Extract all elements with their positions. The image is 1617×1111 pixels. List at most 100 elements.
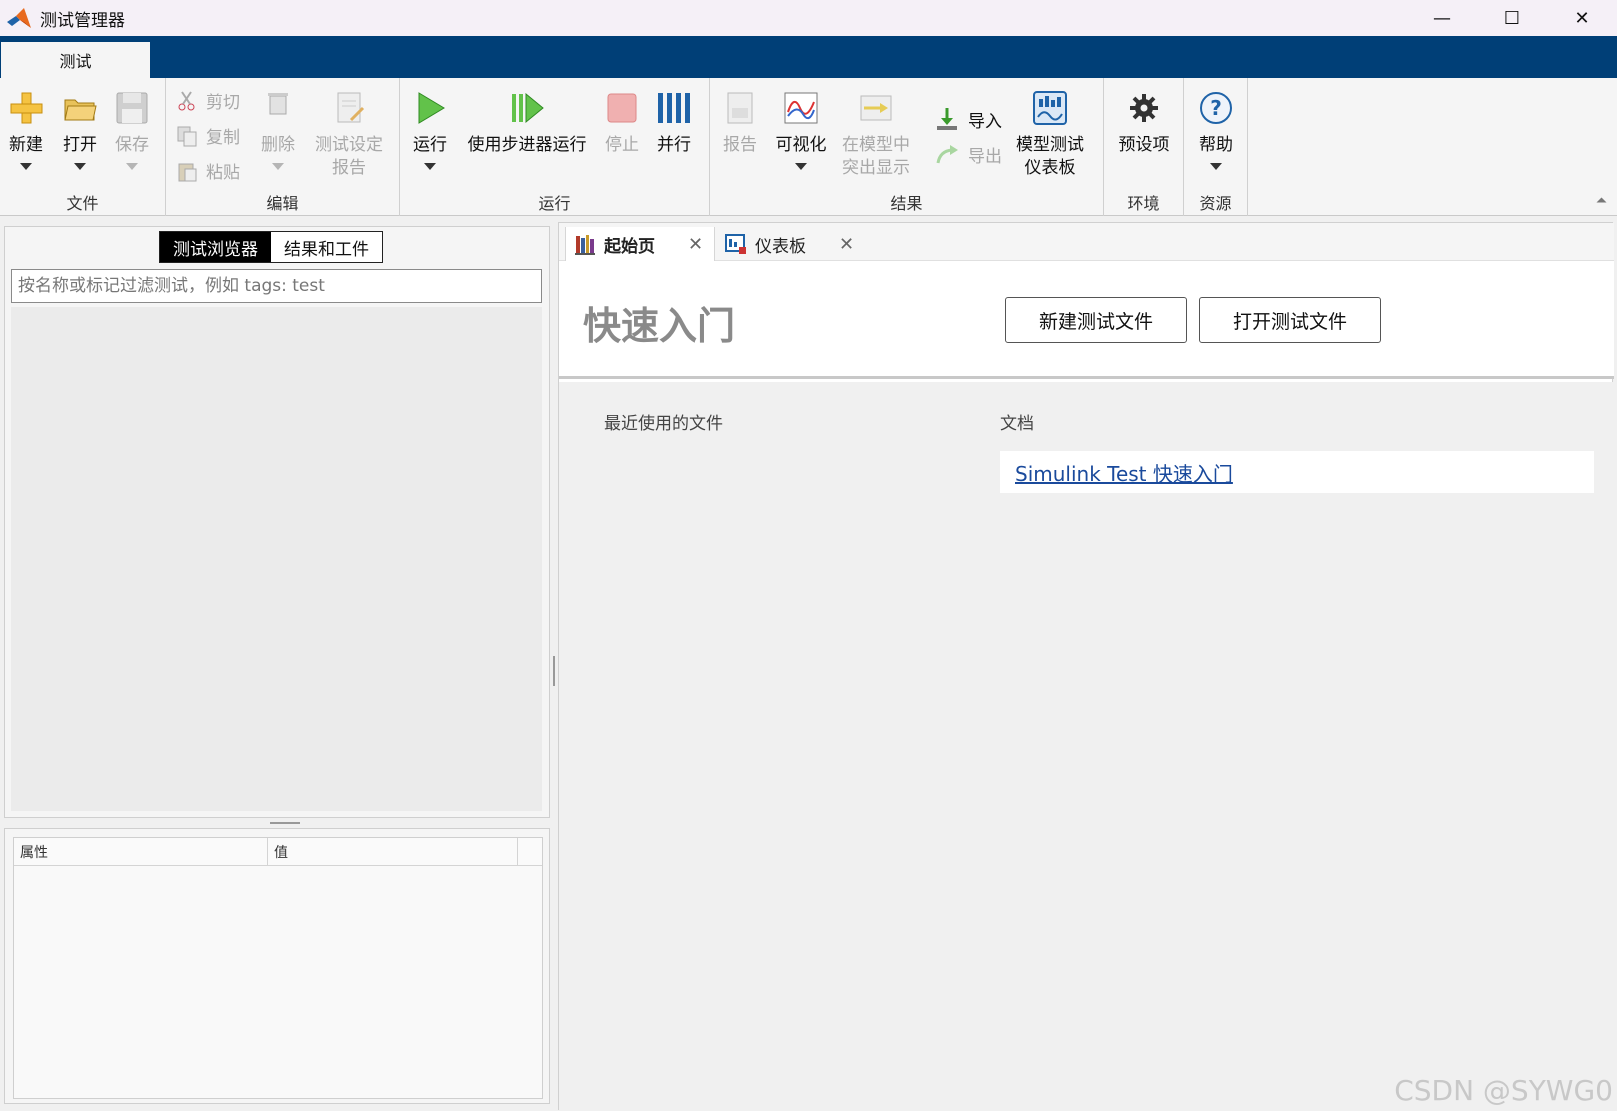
highlight-label-1: 在模型中 (842, 135, 910, 155)
dashboard-label-2: 仪表板 (1024, 158, 1076, 178)
filter-tests-input[interactable] (11, 269, 542, 303)
copy-icon (177, 126, 197, 146)
property-table-header: 属性 值 (14, 838, 542, 866)
cut-label: 剪切 (206, 93, 240, 113)
collapse-ribbon-icon[interactable]: ⏶ (1596, 193, 1607, 209)
minimize-button[interactable]: — (1407, 0, 1477, 36)
chevron-down-icon (424, 163, 436, 170)
stop-label: 停止 (605, 135, 639, 155)
close-tab-icon[interactable]: ✕ (688, 234, 703, 255)
new-button[interactable]: 新建 (4, 90, 48, 170)
report-label: 报告 (723, 135, 757, 155)
run-group: 运行 使用步进器运行 停止 并行 运行 (400, 78, 710, 216)
save-button[interactable]: 保存 (110, 90, 154, 170)
stop-button[interactable]: 停止 (602, 90, 642, 157)
report-button[interactable]: 报告 (720, 90, 760, 157)
watermark-text: CSDN @SYWG0 (1394, 1074, 1613, 1107)
cut-button[interactable]: 剪切 (176, 88, 240, 113)
trash-icon (268, 93, 288, 115)
test-spec-report-label-2: 报告 (332, 158, 366, 178)
title-bar: 测试管理器 — ☐ ✕ (0, 0, 1617, 36)
test-tree[interactable] (11, 307, 542, 811)
test-spec-report-button[interactable]: 测试设定 报告 (310, 90, 388, 180)
stop-icon (607, 93, 637, 123)
open-button[interactable]: 打开 (58, 90, 102, 170)
delete-button[interactable]: 删除 (258, 90, 298, 170)
documentation-label: 文档 (1000, 414, 1034, 434)
edit-group: 剪切 复制 粘贴 删除 测试设定 报告 编辑 (166, 78, 400, 216)
column-filler (518, 838, 542, 865)
new-plus-icon (10, 92, 43, 124)
run-label: 运行 (413, 135, 447, 155)
play-icon (418, 92, 445, 124)
paste-button[interactable]: 粘贴 (176, 158, 240, 183)
horizontal-splitter-handle[interactable] (270, 822, 300, 824)
copy-label: 复制 (206, 128, 240, 148)
start-page-body: 最近使用的文件 文档 Simulink Test 快速入门 (559, 382, 1614, 1111)
documentation-link-row: Simulink Test 快速入门 (1000, 451, 1594, 493)
resources-group-label: 资源 (1199, 194, 1232, 213)
chevron-down-icon (74, 163, 86, 170)
parallel-button[interactable]: 并行 (652, 90, 696, 157)
environment-group: 预设项 环境 (1104, 78, 1184, 216)
open-label: 打开 (63, 135, 97, 155)
chevron-down-icon (272, 163, 284, 170)
chevron-down-icon (795, 163, 807, 170)
ribbon-tab-strip: 测试 (0, 36, 1617, 78)
highlight-label-2: 突出显示 (842, 158, 910, 178)
visualize-label: 可视化 (775, 135, 827, 155)
file-group-label: 文件 (66, 194, 99, 213)
report-doc-icon (337, 92, 365, 123)
tab-dashboard[interactable]: 仪表板 ✕ (717, 227, 867, 261)
chevron-down-icon (126, 163, 138, 170)
test-browser-panel: 测试浏览器 结果和工件 (4, 226, 550, 818)
copy-button[interactable]: 复制 (176, 123, 240, 148)
simulink-test-getting-started-link[interactable]: Simulink Test 快速入门 (1015, 458, 1233, 487)
preferences-button[interactable]: 预设项 (1114, 90, 1174, 157)
results-group-label: 结果 (890, 194, 923, 213)
tab-start-page[interactable]: 起始页 ✕ (565, 227, 715, 261)
maximize-button[interactable]: ☐ (1477, 0, 1547, 36)
run-with-stepper-button[interactable]: 使用步进器运行 (464, 90, 590, 157)
new-test-file-button[interactable]: 新建测试文件 (1005, 297, 1187, 343)
seg-test-browser[interactable]: 测试浏览器 (160, 232, 271, 262)
help-question-icon: ? (1200, 92, 1232, 124)
model-test-dashboard-button[interactable]: 模型测试 仪表板 (1012, 90, 1088, 180)
tab-start-page-label: 起始页 (604, 236, 655, 257)
close-tab-icon[interactable]: ✕ (839, 234, 854, 255)
test-spec-report-label-1: 测试设定 (315, 135, 383, 155)
value-column-header[interactable]: 值 (268, 838, 518, 865)
folder-open-icon (64, 99, 97, 121)
open-test-file-button[interactable]: 打开测试文件 (1199, 297, 1381, 343)
document-area: 起始页 ✕ 仪表板 ✕ 快速入门 新建测试文件 打开测试文件 最近使用的文件 文… (558, 222, 1614, 1111)
import-arrow-icon (937, 108, 957, 130)
dashboard-icon (1033, 91, 1067, 125)
export-button[interactable]: 导出 (934, 141, 1002, 167)
start-page-header: 快速入门 新建测试文件 打开测试文件 (559, 261, 1614, 379)
vertical-splitter-handle[interactable] (553, 656, 555, 686)
chart-line-icon (784, 92, 818, 124)
visualize-button[interactable]: 可视化 (772, 90, 830, 170)
svg-text:?: ? (1210, 96, 1222, 120)
run-button[interactable]: 运行 (410, 90, 450, 170)
chevron-down-icon (1210, 163, 1222, 170)
parallel-bars-icon (658, 93, 690, 123)
tab-dashboard-label: 仪表板 (755, 236, 806, 257)
matlab-logo-icon (7, 8, 31, 28)
property-panel: 属性 值 (4, 828, 550, 1104)
new-label: 新建 (9, 135, 43, 155)
run-group-label: 运行 (538, 194, 571, 213)
results-group: 报告 可视化 在模型中 突出显示 导入 导出 模型测试 仪表板 结果 (710, 78, 1104, 216)
highlight-in-model-button[interactable]: 在模型中 突出显示 (838, 90, 914, 180)
seg-results-artifacts[interactable]: 结果和工件 (271, 232, 382, 262)
file-group: 新建 打开 保存 文件 (0, 78, 166, 216)
ribbon-toolbar: 新建 打开 保存 文件 剪切 复制 粘贴 删除 测试设定 报告 编辑 运行 使用… (0, 78, 1617, 216)
property-column-header[interactable]: 属性 (14, 838, 268, 865)
import-button[interactable]: 导入 (934, 106, 1002, 132)
tab-test[interactable]: 测试 (1, 42, 150, 78)
chevron-down-icon (20, 163, 32, 170)
dashboard-label-1: 模型测试 (1016, 135, 1084, 155)
close-button[interactable]: ✕ (1547, 0, 1617, 36)
paste-label: 粘贴 (206, 163, 240, 183)
help-button[interactable]: ? 帮助 (1194, 90, 1238, 170)
